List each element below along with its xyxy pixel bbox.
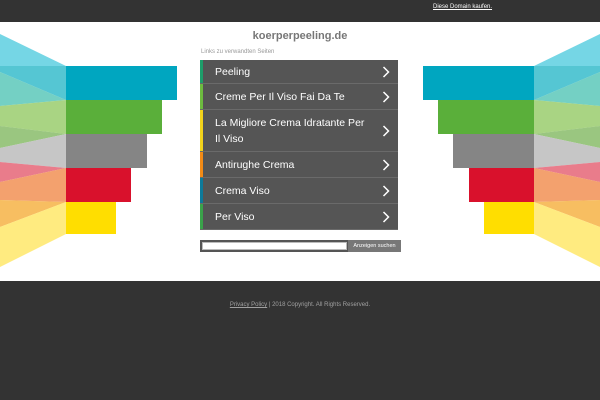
accent-stripe xyxy=(200,60,203,83)
related-link-label: Creme Per Il Viso Fai Da Te xyxy=(215,90,345,103)
related-link-item[interactable]: Creme Per Il Viso Fai Da Te xyxy=(200,84,398,110)
parked-page-content: koerperpeeling.de Links zu verwandten Se… xyxy=(0,22,600,281)
search-bar: Anzeigen suchen xyxy=(200,240,401,252)
buy-domain-link[interactable]: Diese Domain kaufen. xyxy=(433,4,492,10)
related-link-item[interactable]: Antirughe Crema xyxy=(200,152,398,178)
related-link-item[interactable]: Crema Viso xyxy=(200,178,398,204)
chevron-right-icon xyxy=(382,90,390,103)
related-link-label: Antirughe Crema xyxy=(215,158,295,171)
related-link-item[interactable]: La Migliore Crema Idratante Per Il Viso xyxy=(200,110,398,152)
search-input[interactable] xyxy=(202,242,347,250)
chevron-right-icon xyxy=(382,124,390,137)
chevron-right-icon xyxy=(382,210,390,223)
accent-stripe xyxy=(200,84,203,109)
chevron-right-icon xyxy=(382,65,390,78)
related-link-label: Per Viso xyxy=(215,210,255,223)
chevron-right-icon xyxy=(382,184,390,197)
accent-stripe xyxy=(200,110,203,151)
related-link-item[interactable]: Per Viso xyxy=(200,204,398,230)
accent-stripe xyxy=(200,152,203,177)
privacy-policy-link[interactable]: Privacy Policy xyxy=(230,302,267,308)
copyright-text: | 2018 Copyright. All Rights Reserved. xyxy=(267,302,371,308)
related-links-list: Peeling Creme Per Il Viso Fai Da Te La Mig… xyxy=(200,60,398,230)
related-link-label: Crema Viso xyxy=(215,184,270,197)
search-button[interactable]: Anzeigen suchen xyxy=(348,240,401,252)
related-links-caption: Links zu verwandten Seiten xyxy=(201,49,275,55)
accent-stripe xyxy=(200,204,203,229)
domain-title: koerperpeeling.de xyxy=(252,30,348,42)
footer: Privacy Policy | 2018 Copyright. All Rig… xyxy=(0,302,600,308)
related-link-label: La Migliore Crema Idratante Per Il Viso xyxy=(215,116,365,145)
top-bar: Diese Domain kaufen. xyxy=(0,0,600,22)
chevron-right-icon xyxy=(382,158,390,171)
accent-stripe xyxy=(200,178,203,203)
related-link-item[interactable]: Peeling xyxy=(200,60,398,84)
related-link-label: Peeling xyxy=(215,65,251,78)
